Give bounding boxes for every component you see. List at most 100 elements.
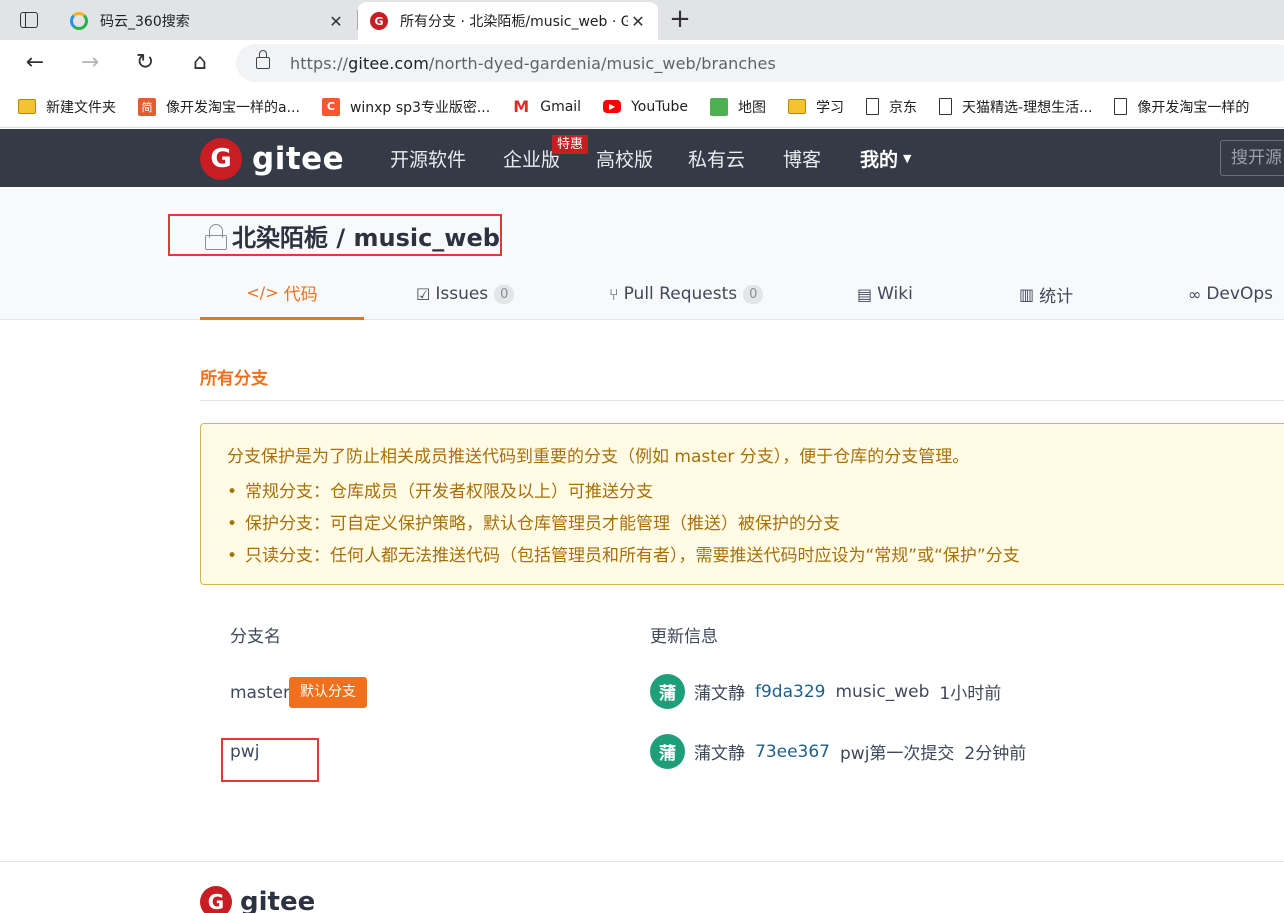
gitee-icon: G xyxy=(370,12,388,30)
private-lock-icon xyxy=(205,224,227,250)
notice-item: 常规分支：仓库成员（开发者权限及以上）可推送分支 xyxy=(227,479,1284,511)
lock-icon[interactable] xyxy=(256,50,270,69)
nav-open-source[interactable]: 开源软件 xyxy=(390,129,466,187)
branch-update-info: 蒲 蒲文静 73ee367 pwj第一次提交 2分钟前 xyxy=(650,734,1026,769)
bookmark-jianshu[interactable]: 简像开发淘宝一样的a... xyxy=(138,97,300,117)
nav-mine-label: 我的 xyxy=(860,148,899,171)
commit-time: 2分钟前 xyxy=(964,744,1027,764)
bookmark-maps[interactable]: 地图 xyxy=(710,97,766,117)
browser-tab-gitee-branches[interactable]: G 所有分支 · 北染陌栀/music_web · Gitee.com ✕ xyxy=(358,2,658,40)
tab-label: 代码 xyxy=(283,285,318,305)
bookmark-tmall[interactable]: 天猫精选-理想生活... xyxy=(939,97,1092,117)
address-bar-row: ← → ↻ ⌂ https://gitee.com/north-dyed-gar… xyxy=(0,40,1284,86)
bookmark-label: YouTube xyxy=(631,98,689,115)
page-title: 所有分支 xyxy=(200,369,268,389)
commit-author[interactable]: 蒲文静 xyxy=(694,679,745,704)
gitee-icon: G xyxy=(200,138,242,180)
jianshu-icon: 简 xyxy=(138,97,156,116)
site-search-input[interactable]: 搜开源 xyxy=(1220,140,1284,176)
csdn-icon: C xyxy=(321,97,340,116)
footer-divider xyxy=(0,861,1284,862)
issues-icon: ☑ xyxy=(416,284,431,304)
notice-list: 常规分支：仓库成员（开发者权限及以上）可推送分支 保护分支：可自定义保护策略，默… xyxy=(227,479,1284,575)
close-icon[interactable]: ✕ xyxy=(628,12,648,31)
tab-label: 统计 xyxy=(1039,286,1074,307)
branch-protection-notice: 分支保护是为了防止相关成员推送代码到重要的分支（例如 master 分支），便于… xyxy=(200,423,1284,585)
issues-count-badge: 0 xyxy=(494,284,515,304)
avatar[interactable]: 蒲 xyxy=(650,734,685,769)
tab-title: 码云_360搜索 xyxy=(100,14,190,30)
bookmark-label: 学习 xyxy=(816,99,845,116)
folder-icon xyxy=(18,99,36,114)
tab-label: Wiki xyxy=(877,284,913,304)
home-button[interactable]: ⌂ xyxy=(186,49,214,77)
bar-chart-icon: ▥ xyxy=(1019,284,1035,304)
tab-actions-icon[interactable] xyxy=(16,8,42,32)
bookmarks-bar: 新建文件夹 简像开发淘宝一样的a... Cwinxp sp3专业版密... MG… xyxy=(0,86,1284,128)
avatar[interactable]: 蒲 xyxy=(650,674,685,709)
pull-request-icon: ⑂ xyxy=(609,284,619,304)
chevron-down-icon: ▼ xyxy=(903,151,912,165)
default-branch-badge: 默认分支 xyxy=(289,677,367,708)
tab-label: Pull Requests xyxy=(623,284,738,304)
logo-wordmark: gitee xyxy=(252,141,345,177)
tab-wiki[interactable]: ▤ Wiki xyxy=(857,268,913,320)
bookmark-label: Gmail xyxy=(540,98,582,115)
commit-time: 1小时前 xyxy=(939,684,1002,704)
bookmark-jd[interactable]: 京东 xyxy=(866,97,917,117)
site-header: G gitee 开源软件 企业版 高校版 私有云 博客 我的 ▼ xyxy=(0,129,1284,187)
bookmark-label: 地图 xyxy=(738,99,767,116)
bookmark-label: 天猫精选-理想生活... xyxy=(962,99,1093,116)
browser-tab-360-search[interactable]: 码云_360搜索 ✕ xyxy=(58,2,356,40)
pull-requests-count-badge: 0 xyxy=(743,284,764,304)
youtube-icon: ▶ xyxy=(603,100,622,113)
bookmark-taobao-dev[interactable]: 像开发淘宝一样的 xyxy=(1114,97,1249,117)
tab-issues[interactable]: ☑ Issues 0 xyxy=(416,268,515,320)
nav-education[interactable]: 高校版 xyxy=(596,129,653,187)
bookmark-label: 像开发淘宝一样的a... xyxy=(166,99,300,116)
bookmark-csdn[interactable]: Cwinxp sp3专业版密... xyxy=(321,97,490,117)
book-icon: ▤ xyxy=(857,284,873,304)
commit-author[interactable]: 蒲文静 xyxy=(694,739,745,764)
tab-devops[interactable]: ∞ DevOps xyxy=(1188,268,1273,320)
tab-stats[interactable]: ▥ 统计 xyxy=(1019,268,1073,320)
page-icon xyxy=(866,98,880,115)
column-header-update-info: 更新信息 xyxy=(650,627,718,647)
forward-button[interactable]: → xyxy=(76,49,104,77)
nav-mine[interactable]: 我的 ▼ xyxy=(860,129,911,187)
nav-private-cloud[interactable]: 私有云 xyxy=(688,129,745,187)
bookmark-youtube[interactable]: ▶ YouTube xyxy=(603,99,688,115)
bookmark-gmail[interactable]: M Gmail xyxy=(512,97,582,116)
commit-sha-link[interactable]: f9da329 xyxy=(755,682,825,702)
page-icon xyxy=(1114,98,1128,115)
search-360-icon xyxy=(70,12,88,30)
tab-title: 所有分支 · 北染陌栀/music_web · Gitee.com xyxy=(400,14,628,30)
nav-blog[interactable]: 博客 xyxy=(783,129,821,187)
notice-lead: 分支保护是为了防止相关成员推送代码到重要的分支（例如 master 分支），便于… xyxy=(227,447,970,467)
gitee-icon: G xyxy=(200,886,232,913)
gitee-logo[interactable]: G gitee xyxy=(200,138,344,180)
code-icon: </> xyxy=(246,283,279,302)
bookmark-label: 像开发淘宝一样的 xyxy=(1137,99,1250,116)
tab-code[interactable]: </> 代码 xyxy=(200,268,364,320)
notice-item: 保护分支：可自定义保护策略，默认仓库管理员才能管理（推送）被保护的分支 xyxy=(227,511,1284,543)
commit-sha-link[interactable]: 73ee367 xyxy=(755,742,830,762)
url-field[interactable]: https://gitee.com/north-dyed-gardenia/mu… xyxy=(236,44,1284,82)
notice-item: 只读分支：任何人都无法推送代码（包括管理员和所有者），需要推送代码时应设为“常规… xyxy=(227,543,1284,575)
footer-logo[interactable]: G gitee xyxy=(200,886,315,913)
tab-label: Issues xyxy=(435,284,489,304)
reload-button[interactable]: ↻ xyxy=(131,49,159,77)
tab-label: DevOps xyxy=(1206,284,1273,304)
branch-name-master[interactable]: master xyxy=(230,683,290,703)
new-tab-button[interactable]: + xyxy=(666,6,694,34)
repo-title[interactable]: 北染陌栀 / music_web xyxy=(232,218,500,253)
back-button[interactable]: ← xyxy=(21,49,49,77)
bookmark-study-folder[interactable]: 学习 xyxy=(788,97,844,117)
logo-wordmark: gitee xyxy=(240,887,316,913)
bookmark-new-folder[interactable]: 新建文件夹 xyxy=(18,97,116,117)
infinity-icon: ∞ xyxy=(1188,284,1202,304)
browser-tab-strip: 码云_360搜索 ✕ G 所有分支 · 北染陌栀/music_web · Git… xyxy=(0,0,1284,40)
tab-pull-requests[interactable]: ⑂ Pull Requests 0 xyxy=(609,268,764,320)
close-icon[interactable]: ✕ xyxy=(326,12,346,31)
gmail-icon: M xyxy=(513,97,530,116)
